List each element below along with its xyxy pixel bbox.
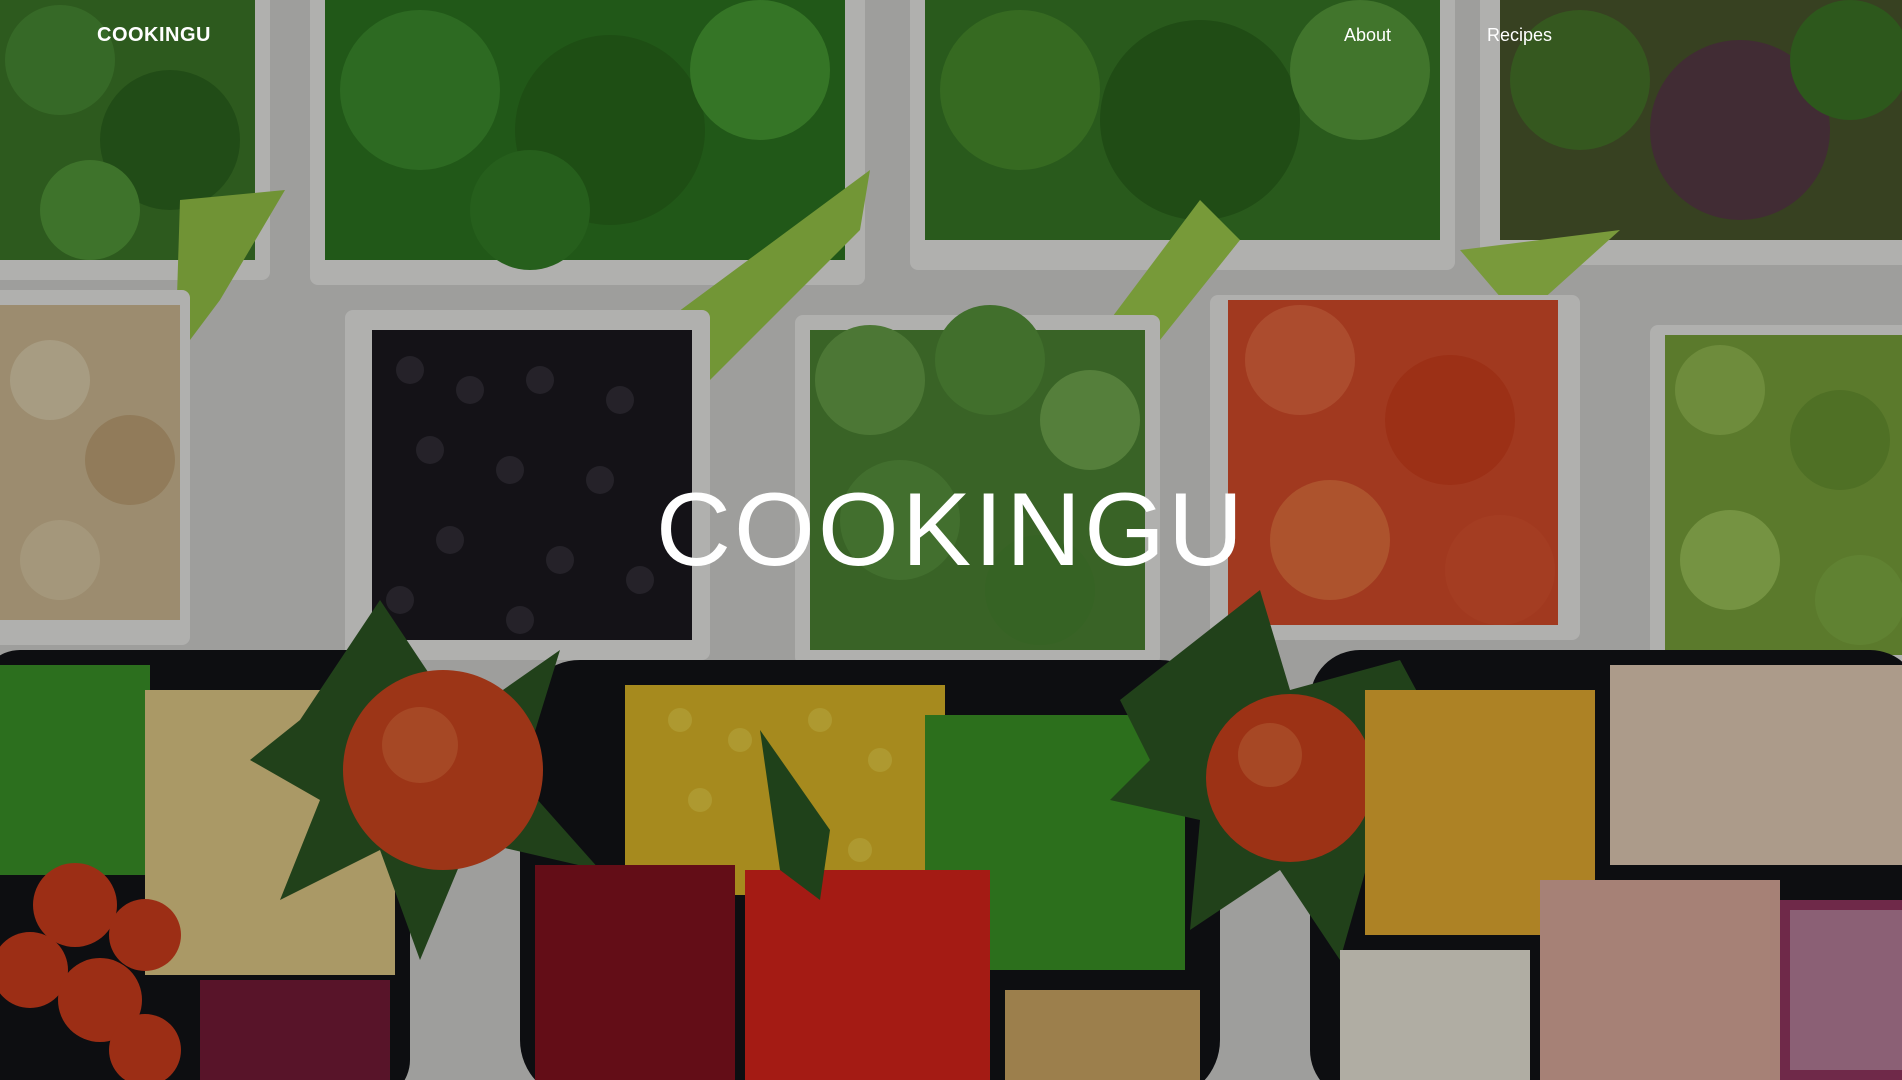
hero-title: COOKINGU bbox=[655, 472, 1247, 588]
brand-logo-link[interactable]: COOKINGU bbox=[97, 24, 211, 47]
hero-section: COOKINGU About Recipes COOKINGU bbox=[0, 0, 1902, 1080]
nav-link-recipes[interactable]: Recipes bbox=[1487, 25, 1552, 46]
top-navbar: COOKINGU About Recipes bbox=[0, 0, 1902, 72]
nav-link-about[interactable]: About bbox=[1344, 25, 1391, 46]
